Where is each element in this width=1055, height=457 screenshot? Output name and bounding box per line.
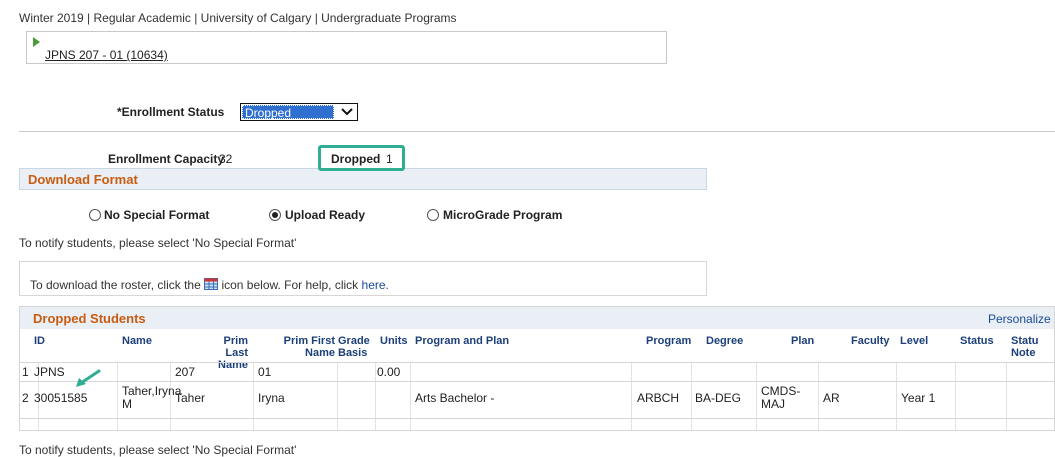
col-separator bbox=[756, 363, 757, 430]
row-divider bbox=[20, 418, 1054, 419]
enrollment-status-select[interactable]: Dropped bbox=[240, 103, 358, 121]
col-status[interactable]: Status bbox=[960, 335, 994, 347]
cell-plan: CMDS-MAJ bbox=[761, 384, 801, 411]
col-program[interactable]: Program bbox=[646, 335, 691, 347]
cell-id: JPNS bbox=[34, 365, 65, 379]
radio-micrograde-program[interactable] bbox=[427, 209, 439, 221]
cell-prim-first-name: 01 bbox=[258, 365, 272, 379]
download-prefix: To download the roster, click the bbox=[30, 278, 201, 292]
grid-title: Dropped Students bbox=[33, 311, 146, 326]
col-program-and-plan[interactable]: Program and Plan bbox=[415, 335, 509, 347]
col-degree[interactable]: Degree bbox=[706, 335, 743, 347]
spreadsheet-icon[interactable] bbox=[204, 278, 219, 290]
radio-label-micrograde-program: MicroGrade Program bbox=[443, 208, 563, 222]
radio-label-no-special-format: No Special Format bbox=[104, 208, 210, 222]
col-status-note[interactable]: Status Note bbox=[1011, 335, 1039, 359]
col-separator bbox=[691, 363, 692, 430]
course-box: JPNS 207 - 01 (10634) bbox=[26, 31, 667, 64]
col-plan[interactable]: Plan bbox=[791, 335, 814, 347]
enrollment-capacity-label: Enrollment Capacity bbox=[108, 152, 225, 166]
col-separator bbox=[1006, 363, 1007, 430]
download-suffix: icon below. For help, click bbox=[221, 278, 359, 292]
radio-no-special-format[interactable] bbox=[89, 209, 101, 221]
col-id[interactable]: ID bbox=[34, 335, 45, 347]
col-separator bbox=[410, 363, 411, 430]
help-link[interactable]: here. bbox=[362, 278, 389, 292]
row-number: 2 bbox=[22, 391, 29, 405]
col-prim-first-name[interactable]: Prim First Name bbox=[278, 335, 335, 359]
notify-instruction: To notify students, please select 'No Sp… bbox=[19, 236, 297, 250]
col-name[interactable]: Name bbox=[122, 335, 152, 347]
row-number: 1 bbox=[22, 365, 29, 379]
grid-header-bar bbox=[20, 307, 1054, 329]
footer-notify-instruction: To notify students, please select 'No Sp… bbox=[19, 443, 297, 457]
cell-program: ARBCH bbox=[637, 391, 680, 405]
col-separator bbox=[896, 363, 897, 430]
dropped-count-highlight: Dropped 1 bbox=[318, 145, 405, 171]
divider bbox=[19, 131, 1055, 132]
radio-label-upload-ready: Upload Ready bbox=[285, 208, 366, 222]
col-level[interactable]: Level bbox=[900, 335, 928, 347]
download-instructions-box: To download the roster, click the icon b… bbox=[19, 261, 707, 296]
row-divider bbox=[20, 381, 1054, 382]
pointer-arrow-icon bbox=[76, 369, 101, 387]
cell-prim-first-name: Iryna bbox=[258, 391, 285, 405]
radio-upload-ready[interactable] bbox=[269, 209, 281, 221]
col-separator bbox=[375, 363, 376, 430]
cell-faculty: AR bbox=[823, 391, 840, 405]
download-format-title: Download Format bbox=[28, 172, 138, 187]
cell-id: 30051585 bbox=[34, 391, 88, 405]
chevron-down-icon bbox=[341, 108, 353, 116]
download-format-header: Download Format bbox=[19, 168, 707, 190]
cell-degree: BA-DEG bbox=[695, 391, 742, 405]
cell-level: Year 1 bbox=[901, 391, 936, 405]
personalize-link[interactable]: Personalize bbox=[988, 312, 1051, 326]
dropped-label: Dropped bbox=[331, 152, 381, 166]
col-grade-basis[interactable]: Grade Basis bbox=[338, 335, 372, 359]
course-link[interactable]: JPNS 207 - 01 (10634) bbox=[45, 48, 168, 62]
dropped-count: 1 bbox=[386, 152, 393, 166]
cell-prim-last-name: 207 bbox=[175, 365, 196, 379]
download-instructions: To download the roster, click the icon b… bbox=[30, 278, 389, 292]
col-separator bbox=[253, 363, 254, 430]
enrollment-status-value: Dropped bbox=[242, 105, 334, 120]
col-separator bbox=[818, 363, 819, 430]
cell-program-and-plan: Arts Bachelor - bbox=[415, 391, 495, 405]
col-separator bbox=[631, 363, 632, 430]
term-breadcrumb: Winter 2019 | Regular Academic | Univers… bbox=[19, 11, 457, 25]
enrollment-capacity-value: 32 bbox=[219, 152, 233, 166]
col-units[interactable]: Units bbox=[380, 335, 408, 347]
cell-prim-last-name: Taher bbox=[175, 391, 206, 405]
col-faculty[interactable]: Faculty bbox=[851, 335, 890, 347]
cell-name: Taher,Iryna M bbox=[122, 384, 182, 411]
header-divider bbox=[20, 362, 1054, 363]
expand-triangle-icon[interactable] bbox=[33, 37, 40, 47]
col-separator bbox=[117, 363, 118, 430]
col-prim-last-name[interactable]: Prim Last Name bbox=[200, 335, 248, 371]
cell-units: 0.00 bbox=[377, 365, 401, 379]
dropped-students-grid: Dropped Students Personalize ID Name Pri… bbox=[19, 306, 1055, 431]
enrollment-status-label: *Enrollment Status bbox=[117, 105, 225, 119]
col-separator bbox=[337, 363, 338, 430]
col-separator bbox=[955, 363, 956, 430]
